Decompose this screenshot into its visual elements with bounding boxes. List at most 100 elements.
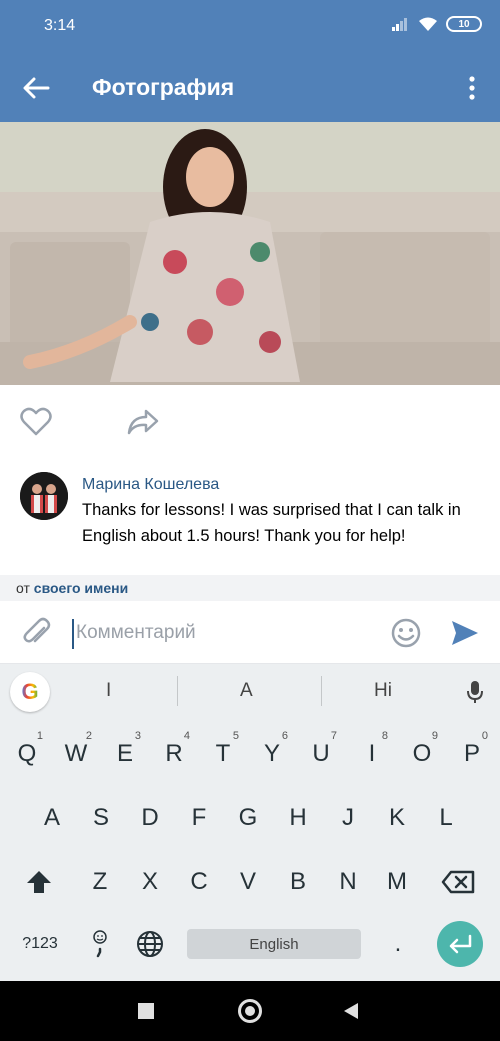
suggestion-2[interactable]: A: [240, 680, 253, 702]
emoji-comma-icon: [93, 930, 107, 958]
key-e[interactable]: E3: [103, 728, 147, 780]
post-as-link[interactable]: своего имени: [34, 580, 128, 596]
heart-icon[interactable]: [20, 407, 52, 437]
comment-author[interactable]: Марина Кошелева: [82, 476, 219, 494]
home-icon[interactable]: [238, 999, 262, 1023]
key-label: R: [165, 740, 183, 767]
keyboard: G I A Hi Q1 W2 E3 R4 T5 Y6 U7 I8 O9 P0 A…: [0, 664, 500, 981]
wifi-icon: [419, 17, 437, 31]
enter-icon: [449, 934, 472, 954]
backspace-key[interactable]: [436, 856, 480, 908]
key-hint: 9: [431, 730, 438, 742]
status-icons: 10: [392, 16, 482, 32]
key-f[interactable]: F: [177, 792, 221, 844]
more-vertical-icon[interactable]: [464, 74, 480, 102]
battery-level: 10: [458, 18, 470, 30]
key-h[interactable]: H: [276, 792, 320, 844]
key-i[interactable]: I8: [350, 728, 394, 780]
key-label: E: [116, 740, 133, 767]
status-bar: 3:14 10: [0, 0, 500, 54]
key-hint: 5: [232, 730, 239, 742]
key-j[interactable]: J: [326, 792, 370, 844]
key-hint: 7: [330, 730, 337, 742]
key-w[interactable]: W2: [54, 728, 98, 780]
comment-input-bar: Комментарий: [0, 601, 500, 664]
comment-item: Марина Кошелева Thanks for lessons! I wa…: [0, 460, 500, 568]
key-hint: 2: [85, 730, 92, 742]
microphone-icon[interactable]: [466, 680, 484, 704]
key-q[interactable]: Q1: [5, 728, 49, 780]
key-label: O: [412, 740, 432, 767]
key-p[interactable]: P0: [450, 728, 494, 780]
enter-key[interactable]: [437, 921, 483, 967]
post-actions: [0, 385, 500, 460]
send-icon[interactable]: [450, 619, 480, 647]
key-r[interactable]: R4: [152, 728, 196, 780]
post-as-selector[interactable]: от своего имени: [0, 575, 500, 601]
key-s[interactable]: S: [79, 792, 123, 844]
google-logo-label: G: [21, 679, 39, 704]
key-hint: 6: [281, 730, 288, 742]
key-hint: 8: [381, 730, 388, 742]
photo[interactable]: [0, 122, 500, 385]
language-key[interactable]: [128, 918, 172, 970]
key-u[interactable]: U7: [299, 728, 343, 780]
comment-text: Thanks for lessons! I was surprised that…: [82, 501, 461, 545]
suggestion-bar: G I A Hi: [0, 664, 500, 720]
key-d[interactable]: D: [128, 792, 172, 844]
key-a[interactable]: A: [30, 792, 74, 844]
globe-icon: [137, 931, 163, 957]
key-hint: 1: [36, 730, 43, 742]
key-y[interactable]: Y6: [250, 728, 294, 780]
photo-image: [0, 122, 500, 385]
recents-icon[interactable]: [138, 1003, 154, 1019]
avatar[interactable]: [20, 472, 68, 520]
key-l[interactable]: L: [424, 792, 468, 844]
shift-icon: [27, 871, 51, 893]
period-key[interactable]: .: [376, 918, 420, 970]
key-label: I: [368, 740, 376, 767]
app-header: Фотография: [0, 54, 500, 122]
key-k[interactable]: K: [375, 792, 419, 844]
key-m[interactable]: M: [375, 856, 419, 908]
page-title: Фотография: [92, 74, 235, 100]
suggestion-divider: [177, 676, 178, 706]
key-hint: 3: [134, 730, 141, 742]
key-x[interactable]: X: [128, 856, 172, 908]
status-time: 3:14: [44, 17, 76, 34]
symbols-key[interactable]: ?123: [12, 918, 68, 970]
key-label: T: [215, 740, 231, 767]
backspace-icon: [441, 870, 475, 894]
shift-key[interactable]: [17, 856, 61, 908]
key-v[interactable]: V: [226, 856, 270, 908]
key-z[interactable]: Z: [78, 856, 122, 908]
key-c[interactable]: C: [177, 856, 221, 908]
key-n[interactable]: N: [326, 856, 370, 908]
key-o[interactable]: O9: [400, 728, 444, 780]
key-label: Q: [17, 740, 37, 767]
battery-icon: 10: [446, 16, 482, 32]
comment-input[interactable]: Комментарий: [76, 622, 196, 644]
suggestion-1[interactable]: I: [106, 680, 111, 702]
key-label: W: [64, 740, 88, 767]
system-nav-bar: [0, 981, 500, 1041]
key-g[interactable]: G: [226, 792, 270, 844]
signal-icon: [392, 17, 410, 31]
key-t[interactable]: T5: [201, 728, 245, 780]
emoji-icon[interactable]: [390, 617, 422, 649]
text-cursor: [72, 619, 74, 649]
key-label: P: [463, 740, 480, 767]
suggestion-3[interactable]: Hi: [374, 680, 392, 702]
paperclip-icon[interactable]: [22, 617, 52, 649]
nav-back-icon[interactable]: [344, 1003, 358, 1019]
suggestion-divider: [321, 676, 322, 706]
key-label: U: [312, 740, 330, 767]
key-b[interactable]: B: [276, 856, 320, 908]
back-arrow-icon[interactable]: [20, 74, 52, 102]
key-label: Y: [263, 740, 280, 767]
google-logo-icon[interactable]: G: [10, 672, 50, 712]
share-icon[interactable]: [126, 407, 160, 437]
space-bar[interactable]: English: [187, 929, 361, 959]
emoji-key[interactable]: [78, 918, 122, 970]
post-as-prefix: от: [16, 580, 30, 596]
